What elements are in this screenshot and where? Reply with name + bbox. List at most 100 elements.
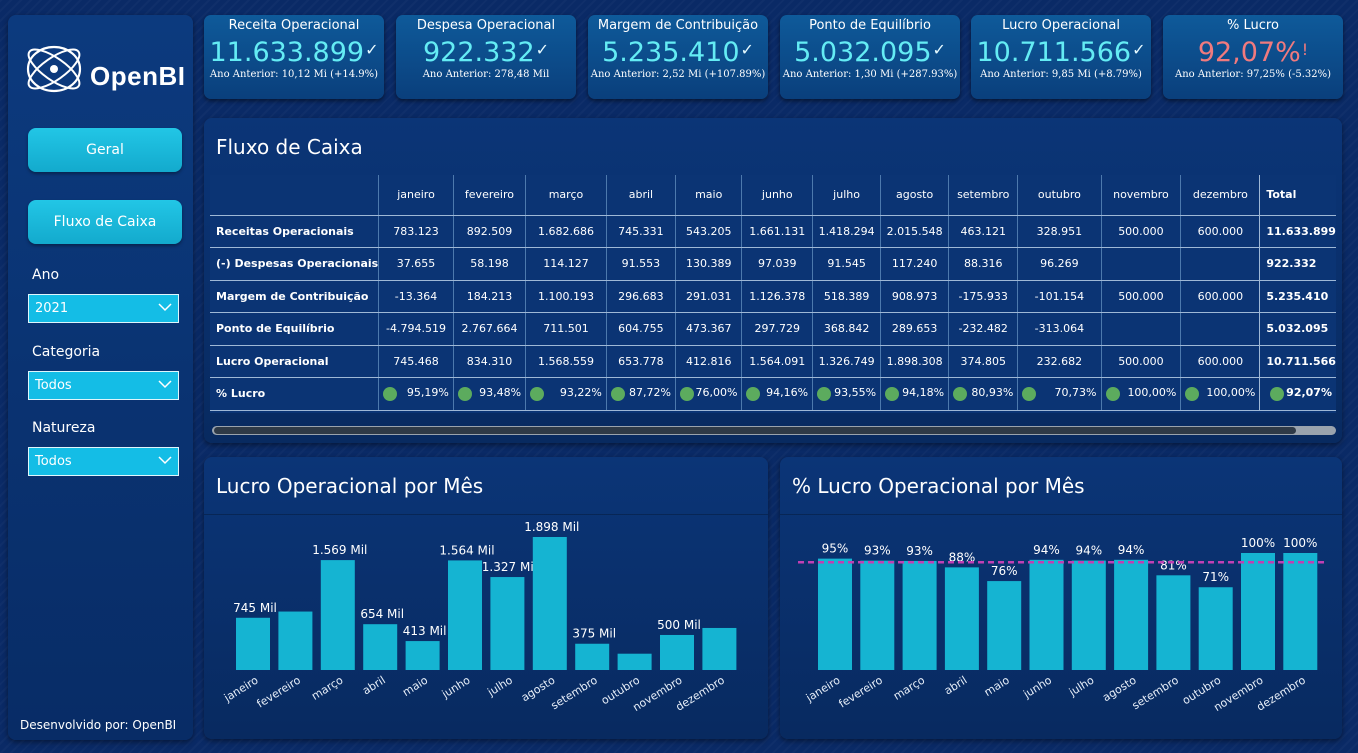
x-tick-label: dezembro bbox=[673, 673, 727, 713]
header-corner bbox=[210, 175, 379, 216]
percent-value: 76,00% bbox=[695, 386, 738, 400]
bar-outubro bbox=[617, 653, 652, 670]
table-cell: 745.331 bbox=[605, 215, 676, 248]
data-label: 76% bbox=[991, 564, 1018, 578]
table-cell: 1.100.193 bbox=[525, 280, 607, 313]
table-cell: -4.794.519 bbox=[378, 312, 454, 346]
x-tick-label: março bbox=[309, 673, 345, 702]
chart-title: % Lucro Operacional por Mês bbox=[792, 474, 1085, 498]
column-header[interactable]: março bbox=[525, 175, 607, 216]
percent-value: 100,00% bbox=[1127, 386, 1177, 400]
check-icon: ✓ bbox=[1132, 40, 1146, 59]
chevron-down-icon bbox=[158, 303, 172, 312]
column-header[interactable]: Total bbox=[1259, 175, 1336, 216]
percent-value: 93,55% bbox=[834, 386, 877, 400]
table-cell: -313.064 bbox=[1017, 312, 1101, 346]
table-cell: 117.240 bbox=[880, 247, 949, 281]
horizontal-scrollbar[interactable] bbox=[212, 426, 1336, 435]
table-cell: 5.235.410 bbox=[1259, 280, 1336, 313]
nav-geral-button[interactable]: Geral bbox=[28, 128, 182, 172]
kpi-value: 92,07%! bbox=[1163, 34, 1343, 69]
x-tick-label: abril bbox=[360, 674, 388, 698]
column-header[interactable]: agosto bbox=[880, 175, 949, 216]
table-cell: 2.015.548 bbox=[880, 215, 949, 248]
status-dot-icon bbox=[746, 387, 761, 402]
categoria-select[interactable]: Todos bbox=[28, 371, 179, 400]
column-header[interactable]: novembro bbox=[1100, 175, 1181, 216]
table-cell: 297.729 bbox=[741, 312, 813, 346]
table-cell: 80,93% bbox=[948, 377, 1018, 411]
column-header[interactable]: abril bbox=[605, 175, 676, 216]
lucro-operacional-chart-panel: Lucro Operacional por Mês 745 Mil janeiro… bbox=[204, 457, 768, 739]
table-cell: 600.000 bbox=[1180, 280, 1260, 313]
x-tick-label: fevereiro bbox=[255, 673, 304, 710]
fluxo-de-caixa-panel: Fluxo de Caixa janeiro fevereiro março abri… bbox=[204, 118, 1342, 443]
bar-março bbox=[902, 560, 937, 670]
filter-label-categoria: Categoria bbox=[32, 344, 101, 360]
column-header[interactable]: outubro bbox=[1017, 175, 1101, 216]
row-label: Lucro Operacional bbox=[210, 345, 379, 378]
status-dot-icon bbox=[383, 387, 398, 402]
table-header-row: janeiro fevereiro março abril maio junho julho… bbox=[210, 175, 1336, 216]
kpi-title: Ponto de Equilíbrio bbox=[809, 18, 931, 33]
table-cell: 328.951 bbox=[1017, 215, 1101, 248]
table-cell: 70,73% bbox=[1017, 377, 1101, 411]
kpi-percent-lucro: % Lucro 92,07%! Ano Anterior: 97,25% (-5… bbox=[1163, 15, 1343, 99]
column-header[interactable]: maio bbox=[674, 175, 742, 216]
column-header[interactable]: julho bbox=[812, 175, 881, 216]
table-cell: 76,00% bbox=[674, 377, 742, 411]
percent-lucro-bar-chart: 95%janeiro93%fevereiro93%março88%abril76… bbox=[798, 536, 1325, 714]
bar-agosto bbox=[532, 537, 567, 670]
table-cell: 1.326.749 bbox=[812, 345, 881, 378]
table-cell: 296.683 bbox=[605, 280, 676, 313]
percent-value: 80,93% bbox=[971, 386, 1014, 400]
row-label: Receitas Operacionais bbox=[210, 215, 379, 248]
data-label: 93% bbox=[906, 544, 933, 558]
table-cell: -232.482 bbox=[948, 312, 1018, 346]
column-header[interactable]: junho bbox=[741, 175, 813, 216]
chevron-down-icon bbox=[158, 380, 172, 389]
table-cell: 1.568.559 bbox=[525, 345, 607, 378]
table-cell: 130.389 bbox=[674, 247, 742, 281]
data-label: 1.327 Mil bbox=[482, 560, 537, 574]
scrollbar-thumb[interactable] bbox=[214, 427, 1296, 434]
percent-value: 87,72% bbox=[629, 386, 671, 400]
table-cell: 10.711.566 bbox=[1259, 345, 1336, 378]
kpi-previous-year: Ano Anterior: 278,48 Mil bbox=[422, 69, 550, 80]
bar-abril bbox=[363, 624, 398, 670]
table-cell: 95,19% bbox=[378, 377, 454, 411]
table-cell: 463.121 bbox=[948, 215, 1018, 248]
table-cell: 58.198 bbox=[452, 247, 526, 281]
column-header[interactable]: janeiro bbox=[378, 175, 454, 216]
bar-fevereiro bbox=[278, 611, 313, 670]
percent-value: 94,16% bbox=[766, 386, 809, 400]
column-header[interactable]: dezembro bbox=[1180, 175, 1260, 216]
column-header[interactable]: setembro bbox=[948, 175, 1018, 216]
bar-abril bbox=[944, 567, 979, 670]
table-cell: 94,16% bbox=[741, 377, 813, 411]
column-header[interactable]: fevereiro bbox=[452, 175, 526, 216]
kpi-value-text: 11.633.899 bbox=[209, 37, 365, 68]
bar-novembro bbox=[1241, 553, 1275, 670]
natureza-select[interactable]: Todos bbox=[28, 447, 179, 476]
table-cell: 87,72% bbox=[605, 377, 676, 411]
table-cell: 184.213 bbox=[452, 280, 526, 313]
kpi-previous-year: Ano Anterior: 10,12 Mi (+14.9%) bbox=[209, 69, 379, 80]
table-cell: 291.031 bbox=[674, 280, 742, 313]
percent-value: 92,07% bbox=[1286, 386, 1332, 400]
data-label: 745 Mil bbox=[233, 601, 277, 615]
kpi-value-text: 10.711.566 bbox=[976, 37, 1132, 68]
table-cell: 922.332 bbox=[1259, 247, 1336, 281]
bar-dezembro bbox=[702, 627, 737, 670]
table-row: Lucro Operacional 745.468 834.310 1.568.559… bbox=[210, 345, 1336, 378]
status-dot-icon bbox=[1105, 387, 1120, 402]
nav-fluxo-de-caixa-button[interactable]: Fluxo de Caixa bbox=[28, 200, 182, 244]
row-label: Margem de Contribuição bbox=[210, 280, 379, 313]
categoria-select-value: Todos bbox=[35, 378, 72, 393]
table-cell: 500.000 bbox=[1100, 280, 1181, 313]
table-row: (-) Despesas Operacionais 37.655 58.198 114… bbox=[210, 247, 1336, 281]
status-dot-icon bbox=[610, 387, 625, 402]
ano-select[interactable]: 2021 bbox=[28, 294, 179, 323]
kpi-title: Margem de Contribuição bbox=[597, 18, 759, 33]
data-label: 81% bbox=[1160, 558, 1187, 572]
